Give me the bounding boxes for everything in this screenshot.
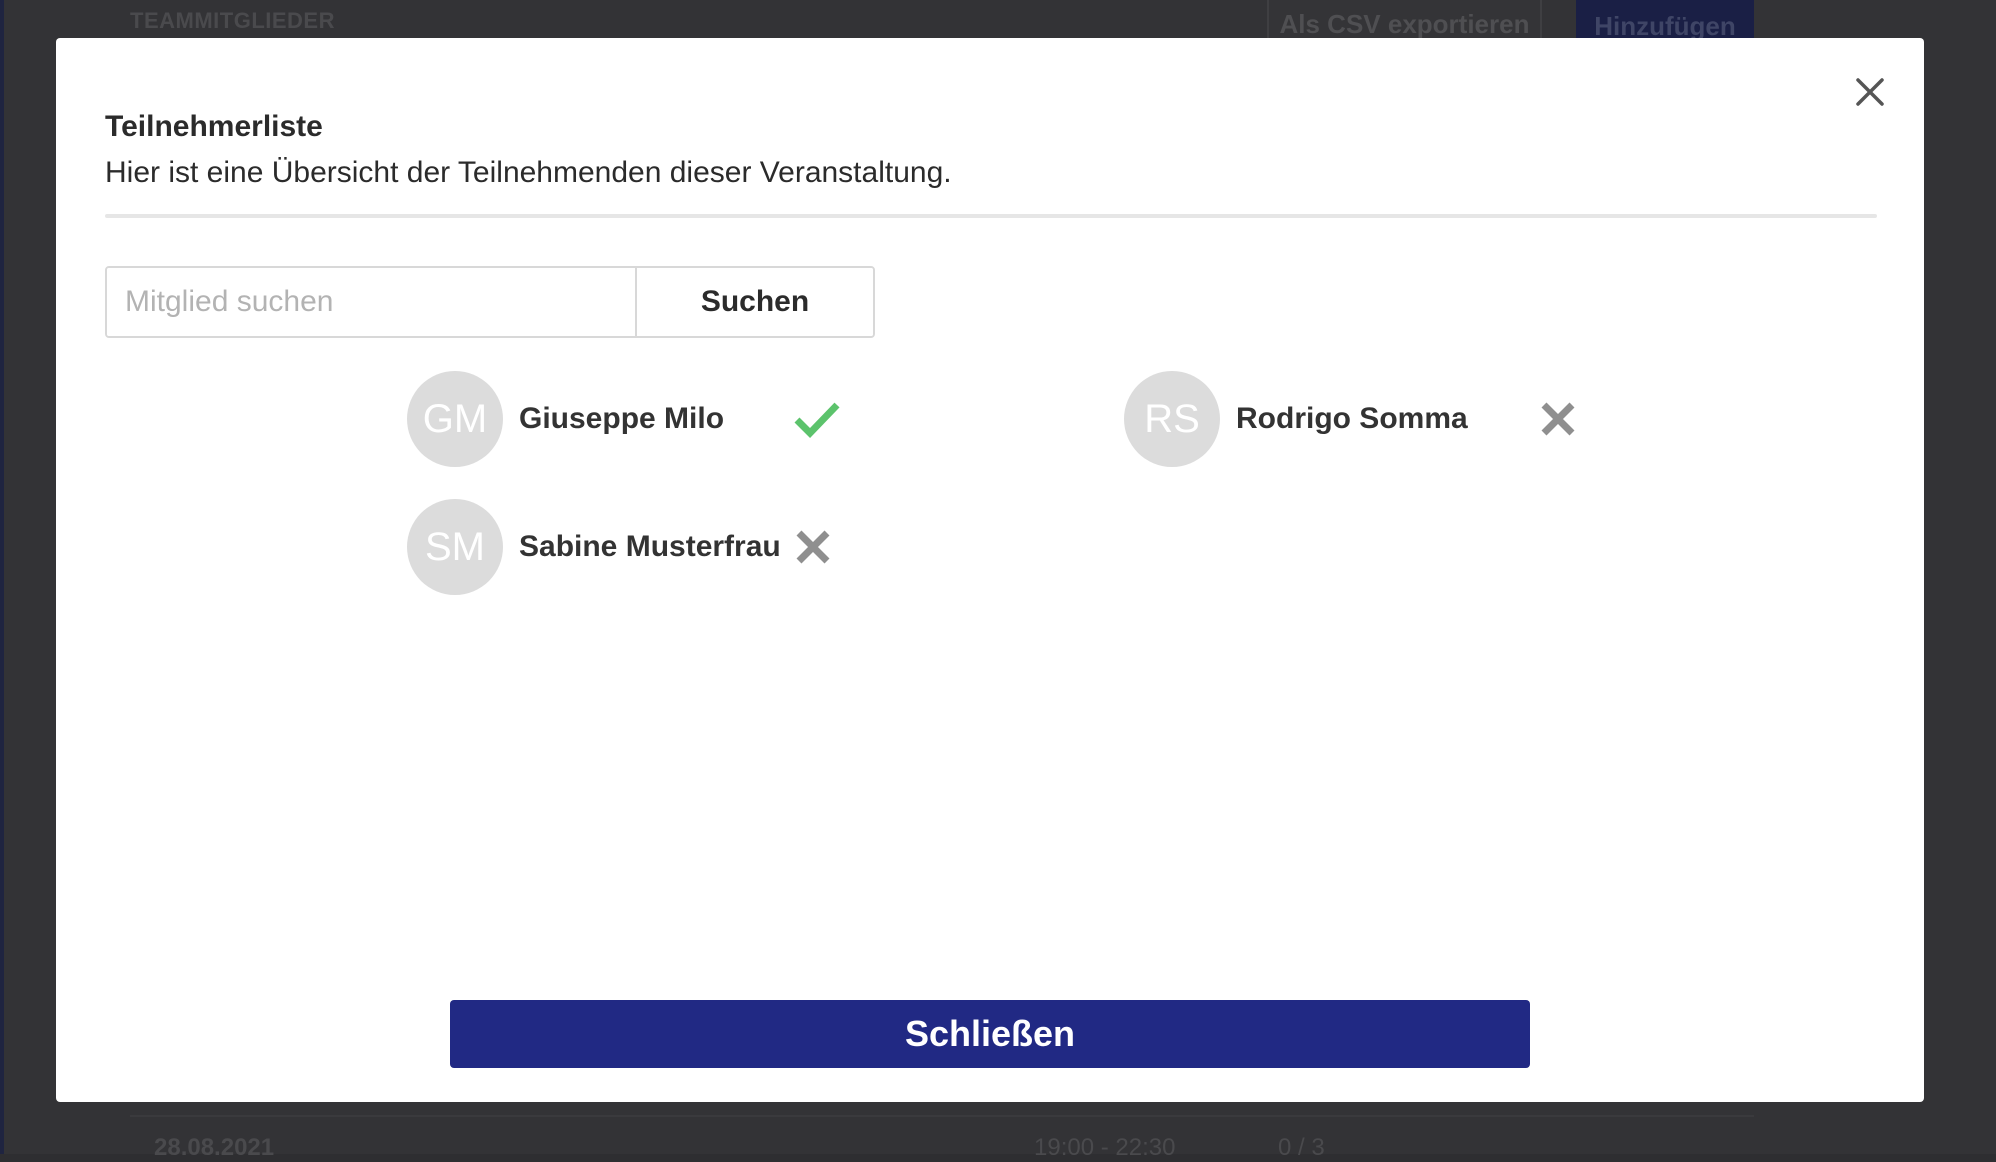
event-participant-count: 0 / 3 xyxy=(1278,1134,1325,1161)
modal-subtitle: Hier ist eine Übersicht der Teilnehmende… xyxy=(105,156,952,189)
row-divider xyxy=(130,1115,1754,1117)
member-name: Sabine Musterfrau xyxy=(519,530,781,563)
member-item: SM Sabine Musterfrau xyxy=(407,499,847,595)
event-date: 28.08.2021 xyxy=(154,1134,275,1161)
member-item: RS Rodrigo Somma xyxy=(1124,371,1584,467)
member-name: Rodrigo Somma xyxy=(1236,402,1468,435)
member-search: Suchen xyxy=(105,266,875,338)
participant-list-modal: Teilnehmerliste Hier ist eine Übersicht … xyxy=(56,38,1924,1102)
avatar: GM xyxy=(407,371,503,467)
divider xyxy=(105,214,1877,218)
cross-icon[interactable] xyxy=(789,523,837,571)
event-time: 19:00 - 22:30 xyxy=(1034,1134,1176,1161)
close-button[interactable]: Schließen xyxy=(450,1000,1530,1068)
section-label: TEAMMITGLIEDER xyxy=(130,8,335,33)
search-input[interactable] xyxy=(107,268,637,336)
member-item: GM Giuseppe Milo xyxy=(407,371,847,467)
search-button[interactable]: Suchen xyxy=(637,268,873,336)
member-name: Giuseppe Milo xyxy=(519,402,725,435)
sidebar-edge xyxy=(0,0,4,1154)
close-icon[interactable] xyxy=(1846,68,1894,116)
cross-icon[interactable] xyxy=(1534,395,1582,443)
avatar: SM xyxy=(407,499,503,595)
check-icon[interactable] xyxy=(793,395,841,443)
avatar: RS xyxy=(1124,371,1220,467)
modal-title: Teilnehmerliste xyxy=(105,110,323,143)
